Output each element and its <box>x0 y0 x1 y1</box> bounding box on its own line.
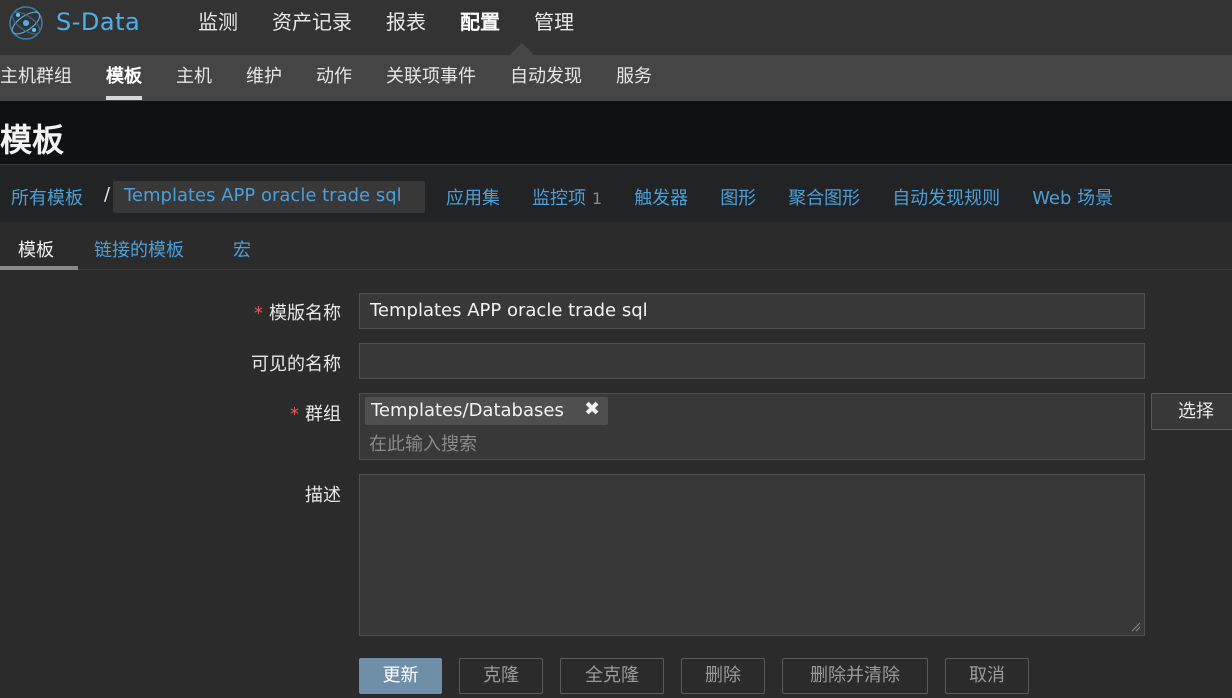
link-graphs-label: 图形 <box>720 188 757 209</box>
main-nav-administration[interactable]: 管理 <box>534 9 574 35</box>
sub-nav-maintenance[interactable]: 维护 <box>246 64 282 90</box>
link-web-scenarios-label: Web 场景 <box>1032 188 1114 209</box>
sub-nav-hosts[interactable]: 主机 <box>176 64 212 90</box>
link-applications-label: 应用集 <box>446 188 500 209</box>
top-bar: S-Data 监测 资产记录 报表 配置 管理 <box>0 0 1232 55</box>
sub-nav-correlation[interactable]: 关联项事件 <box>386 64 476 90</box>
breadcrumb-all-templates[interactable]: 所有模板 <box>11 184 83 210</box>
groups-multiselect[interactable]: Templates/Databases ✖ 在此输入搜索 <box>359 393 1145 460</box>
link-triggers[interactable]: 触发器 <box>634 184 688 210</box>
link-screens[interactable]: 聚合图形 <box>788 184 860 210</box>
main-nav-configuration[interactable]: 配置 <box>460 9 500 35</box>
delete-button[interactable]: 删除 <box>681 658 765 694</box>
full-clone-button[interactable]: 全克隆 <box>560 658 664 694</box>
tab-template[interactable]: 模板 <box>18 236 54 262</box>
link-graphs[interactable]: 图形 <box>720 184 756 210</box>
link-discovery-rules-label: 自动发现规则 <box>892 188 1001 209</box>
link-web-scenarios[interactable]: Web 场景 <box>1032 184 1113 210</box>
visible-name-input[interactable] <box>359 343 1145 379</box>
link-items[interactable]: 监控项 1 <box>532 184 602 210</box>
description-textarea[interactable] <box>359 474 1145 636</box>
description-label: 描述 <box>305 485 341 506</box>
main-nav-monitoring[interactable]: 监测 <box>198 9 238 35</box>
link-screens-label: 聚合图形 <box>788 188 861 209</box>
update-button[interactable]: 更新 <box>359 658 442 694</box>
required-mark: * <box>290 404 299 425</box>
link-items-label: 监控项 <box>532 188 586 209</box>
template-element-links: 应用集 监控项 1 触发器 图形 聚合图形 自动发现规则 Web 场景 <box>446 184 1113 210</box>
template-name-value: Templates APP oracle trade sql <box>370 300 648 321</box>
sub-nav-bar: 主机群组 模板 主机 维护 动作 关联项事件 自动发现 服务 <box>0 55 1232 101</box>
tab-linked-templates[interactable]: 链接的模板 <box>94 236 184 262</box>
group-tag: Templates/Databases ✖ <box>365 397 608 425</box>
title-bar: 模板 <box>0 101 1232 164</box>
link-discovery-rules[interactable]: 自动发现规则 <box>892 184 1000 210</box>
active-menu-caret <box>510 43 534 55</box>
delete-and-clear-button[interactable]: 删除并清除 <box>782 658 928 694</box>
breadcrumb-current-template[interactable]: Templates APP oracle trade sql <box>113 181 425 213</box>
cancel-button[interactable]: 取消 <box>945 658 1029 694</box>
sub-nav: 主机群组 模板 主机 维护 动作 关联项事件 自动发现 服务 <box>0 64 686 100</box>
breadcrumb-separator: / <box>104 184 111 205</box>
group-tag-label: Templates/Databases <box>371 400 564 421</box>
resize-handle-icon[interactable] <box>1131 622 1141 632</box>
sub-nav-discovery[interactable]: 自动发现 <box>510 64 582 90</box>
remove-tag-icon[interactable]: ✖ <box>584 398 600 420</box>
sub-nav-actions[interactable]: 动作 <box>316 64 352 90</box>
visible-name-label: 可见的名称 <box>251 354 341 375</box>
group-search-input[interactable]: 在此输入搜索 <box>369 430 477 456</box>
template-name-label: * 模版名称 <box>11 299 341 325</box>
main-nav: 监测 资产记录 报表 配置 管理 <box>198 9 574 35</box>
main-nav-reports[interactable]: 报表 <box>386 9 426 35</box>
groups-label-text: 群组 <box>305 404 341 425</box>
template-name-label-text: 模版名称 <box>269 303 341 324</box>
active-tab-underline <box>0 266 78 270</box>
brand-name[interactable]: S-Data <box>56 8 140 36</box>
page-title: 模板 <box>0 121 65 159</box>
link-applications[interactable]: 应用集 <box>446 184 500 210</box>
breadcrumb: 所有模板 / Templates APP oracle trade sql 应用… <box>0 164 1232 222</box>
sub-nav-services[interactable]: 服务 <box>616 64 652 90</box>
items-count: 1 <box>592 189 603 208</box>
tab-macros[interactable]: 宏 <box>233 236 251 262</box>
link-triggers-label: 触发器 <box>634 188 689 209</box>
sub-nav-templates[interactable]: 模板 <box>106 64 142 100</box>
template-name-input[interactable]: Templates APP oracle trade sql <box>359 293 1145 329</box>
sub-nav-host-groups[interactable]: 主机群组 <box>0 64 72 90</box>
select-groups-button[interactable]: 选择 <box>1151 393 1232 430</box>
clone-button[interactable]: 克隆 <box>459 658 543 694</box>
main-nav-inventory[interactable]: 资产记录 <box>272 9 352 35</box>
s-data-logo-icon[interactable] <box>4 3 48 43</box>
form-tabs: 模板 链接的模板 宏 <box>0 222 1232 270</box>
required-mark: * <box>254 303 263 324</box>
groups-label: * 群组 <box>11 400 341 426</box>
